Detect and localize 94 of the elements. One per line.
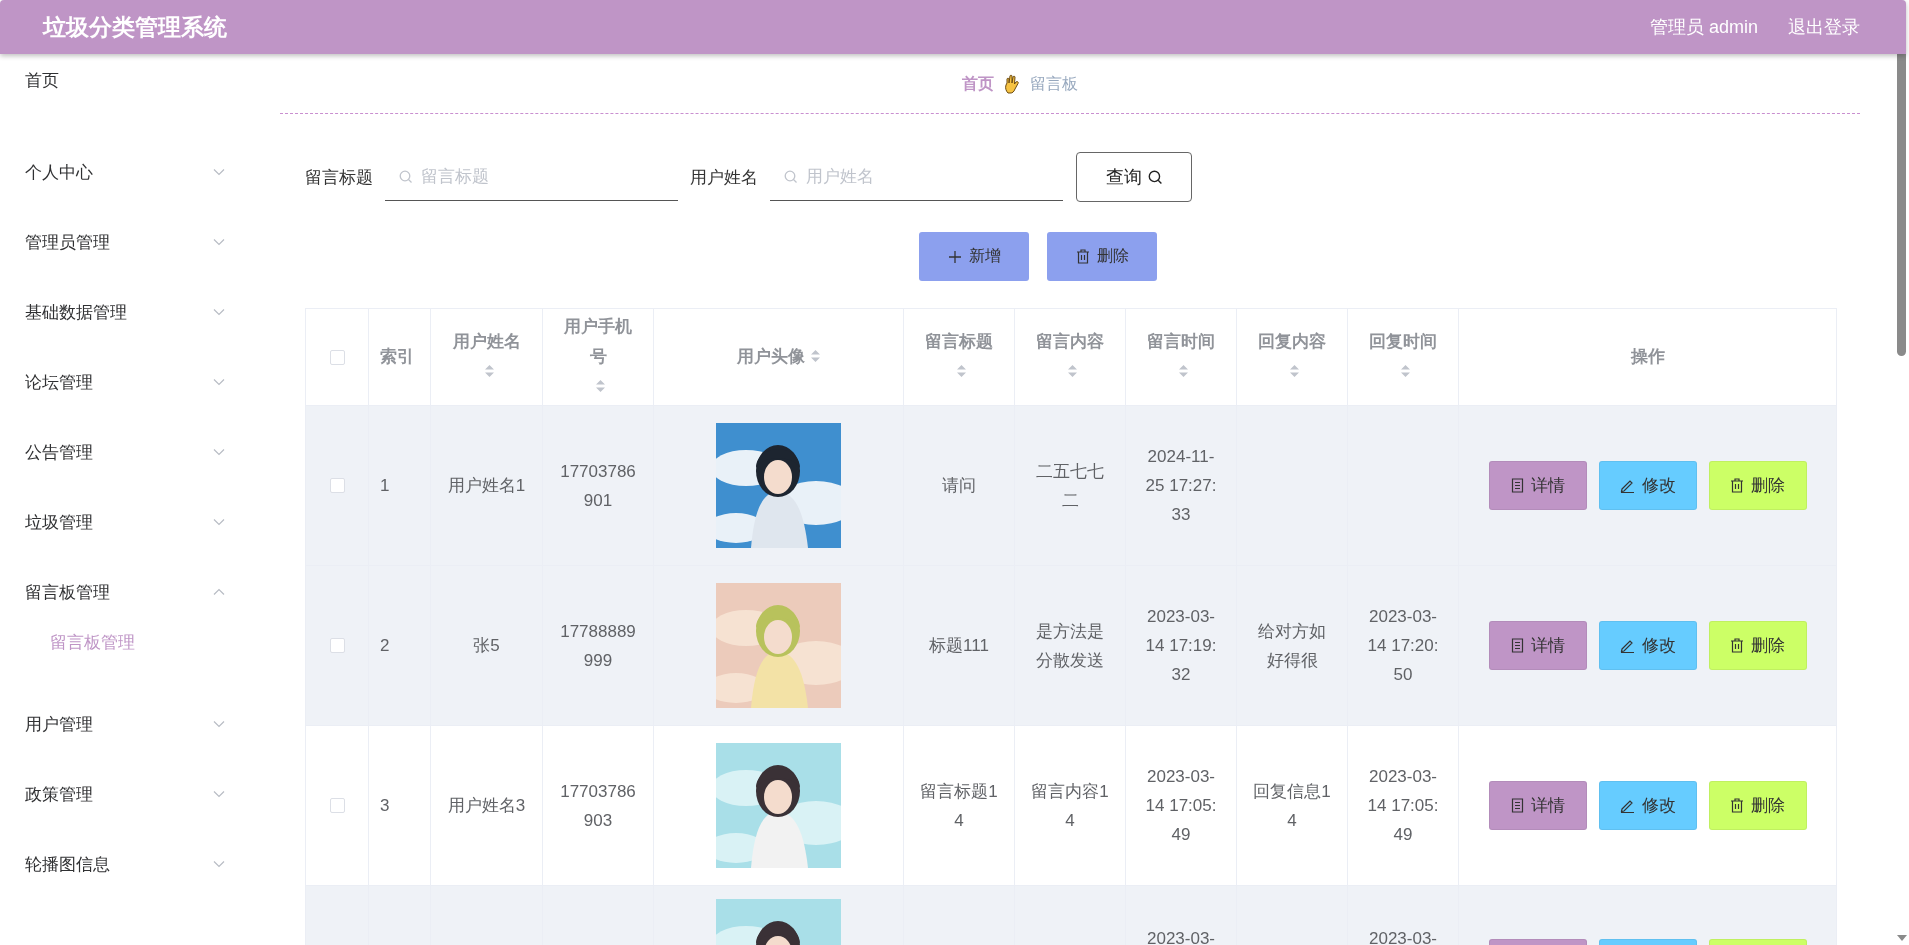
plus-icon	[947, 249, 962, 264]
table-cell-text: 17703786903	[560, 780, 636, 832]
column-header: 操作	[1630, 346, 1665, 368]
chevron-icon	[213, 238, 225, 246]
chevron-icon	[213, 308, 225, 316]
table-cell-text: 留言内容14	[1031, 780, 1109, 832]
table-cell-text: 3	[380, 795, 390, 817]
chevron-icon	[213, 378, 225, 386]
search-icon	[1147, 169, 1163, 185]
table-cell-text: 2023-03-14 17:05:49	[1366, 766, 1440, 846]
chevron-icon	[213, 518, 225, 526]
select-all-checkbox[interactable]	[329, 349, 345, 365]
sort-icon[interactable]	[1289, 364, 1300, 378]
trash-icon	[1730, 798, 1744, 813]
menu-item[interactable]: 留言板管理	[0, 557, 280, 627]
menu-item[interactable]: 政策管理	[0, 759, 280, 829]
trash-icon	[1075, 249, 1090, 264]
hand-icon	[1004, 74, 1020, 94]
sort-icon[interactable]	[1400, 364, 1411, 378]
detail-button[interactable]: 详情	[1488, 781, 1587, 830]
row-checkbox[interactable]	[329, 478, 345, 493]
menu-item[interactable]: 用户管理	[0, 689, 280, 759]
table-cell-text: 2023-03-14 17:19:32	[1144, 606, 1218, 686]
table-cell-text: 是方法是分散发送	[1035, 620, 1105, 672]
table-cell-text: 标题111	[928, 635, 990, 657]
menu-item[interactable]: 轮播图信息	[0, 829, 280, 899]
sort-icon[interactable]	[809, 349, 821, 363]
edit-button[interactable]: 修改	[1598, 781, 1697, 830]
pencil-icon	[1619, 638, 1635, 653]
query-button[interactable]: 查询	[1076, 152, 1192, 202]
table-cell-text: 17703786901	[560, 460, 636, 512]
sort-icon[interactable]	[483, 364, 495, 378]
scrollbar-thumb[interactable]	[1897, 54, 1906, 356]
edit-button[interactable]: 修改	[1598, 621, 1697, 670]
table-cell-text: 2023-03-14 17:05:49	[1144, 766, 1218, 846]
delete-button[interactable]: 删除	[1708, 461, 1807, 510]
table-cell-text: 2024-11-25 17:27:33	[1144, 446, 1218, 526]
chevron-icon	[213, 720, 225, 728]
row-checkbox[interactable]	[329, 798, 345, 813]
app-title: 垃圾分类管理系统	[43, 12, 227, 42]
search-field[interactable]: 留言标题	[385, 153, 678, 201]
table-cell-text: 2023-03-	[1145, 928, 1217, 945]
chevron-icon	[213, 448, 225, 456]
detail-button[interactable]: 详情	[1488, 621, 1587, 670]
menu-item[interactable]: 论坛管理	[0, 347, 280, 417]
field-label: 用户姓名	[690, 166, 758, 189]
table-cell-text: 请问	[941, 475, 977, 497]
delete-button[interactable]: 删除	[1708, 621, 1807, 670]
menu-item[interactable]: 基础数据管理	[0, 277, 280, 347]
table-cell-text: 回复信息14	[1253, 780, 1331, 832]
add-button[interactable]: 新增	[919, 232, 1029, 281]
chevron-icon	[213, 588, 225, 596]
row-checkbox[interactable]	[329, 638, 345, 653]
delete-button[interactable]: 删除	[1047, 232, 1157, 281]
document-icon	[1510, 798, 1524, 813]
menu-item[interactable]: 垃圾管理	[0, 487, 280, 557]
sort-icon[interactable]	[595, 379, 606, 393]
trash-icon	[1730, 638, 1744, 653]
pencil-icon	[1619, 478, 1635, 493]
sort-icon[interactable]	[1067, 364, 1078, 378]
user-label: 管理员 admin	[1649, 16, 1758, 39]
table-cell-text: 17788889999	[560, 620, 636, 672]
document-icon	[1510, 478, 1524, 493]
sort-icon[interactable]	[1178, 364, 1189, 378]
delete-button[interactable]: 删除	[1708, 781, 1807, 830]
pencil-icon	[1619, 798, 1635, 813]
menu-item[interactable]: 个人中心	[0, 137, 280, 207]
edit-button[interactable]: 修改	[1598, 461, 1697, 510]
scroll-arrow-icon[interactable]	[1897, 935, 1907, 941]
table-cell-text: 1	[380, 475, 390, 497]
table-cell-text: 2023-03-14 17:20:50	[1366, 606, 1440, 686]
chevron-icon	[213, 860, 225, 868]
search-icon	[784, 170, 798, 184]
chevron-icon	[213, 790, 225, 798]
document-icon	[1510, 638, 1524, 653]
column-header: 索引	[380, 346, 414, 368]
menu-item[interactable]: 首页	[0, 67, 280, 111]
table-cell-text: 留言标题14	[920, 780, 998, 832]
table-cell-text: 用户姓名3	[447, 795, 526, 817]
search-field[interactable]: 用户姓名	[770, 153, 1063, 201]
table-cell-text: 2023-03-	[1367, 928, 1439, 945]
sort-icon[interactable]	[956, 364, 967, 378]
table-cell-text: 二五七七二	[1035, 460, 1105, 512]
table-cell-text: 给对方如好得很	[1257, 620, 1327, 672]
trash-icon	[1730, 478, 1744, 493]
chevron-icon	[213, 168, 225, 176]
menu-item[interactable]: 公告管理	[0, 417, 280, 487]
detail-button[interactable]: 详情	[1488, 461, 1587, 510]
search-icon	[399, 170, 413, 184]
field-label: 留言标题	[305, 166, 373, 189]
menu-item[interactable]: 管理员管理	[0, 207, 280, 277]
table-cell-text: 张5	[473, 635, 500, 657]
table-cell-text: 2	[380, 635, 390, 657]
table-cell-text: 用户姓名1	[447, 475, 526, 497]
